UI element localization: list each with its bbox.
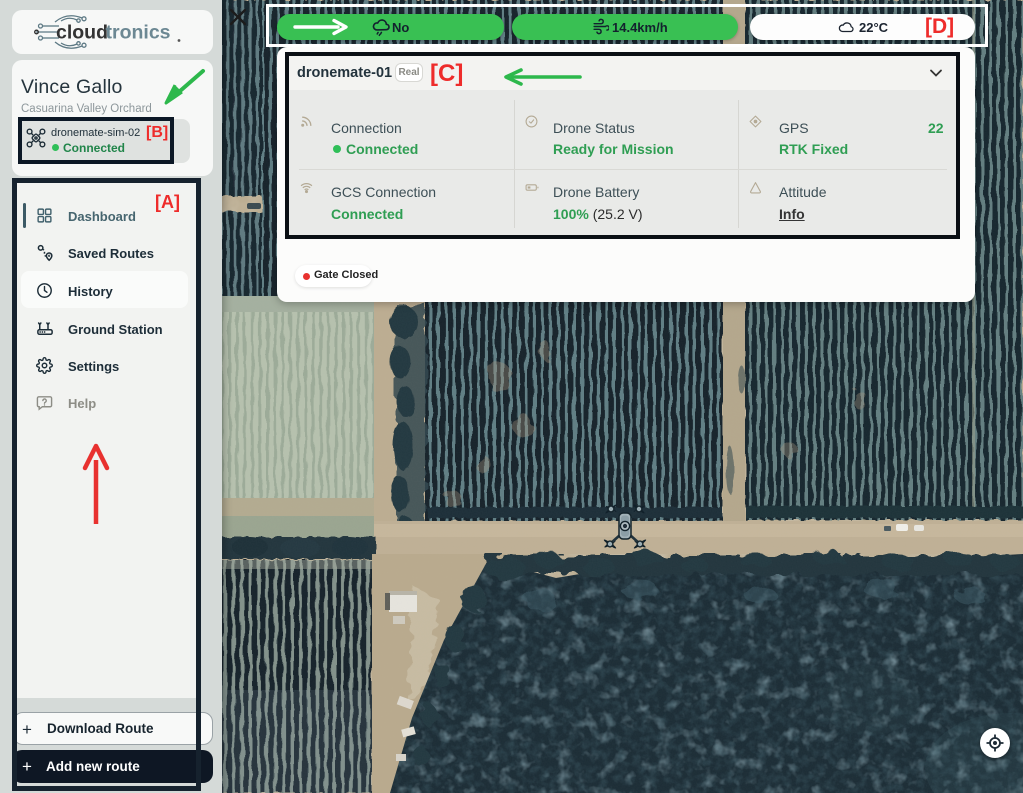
svg-text:cloud: cloud	[56, 22, 108, 44]
svg-text:tronics: tronics	[106, 22, 171, 44]
